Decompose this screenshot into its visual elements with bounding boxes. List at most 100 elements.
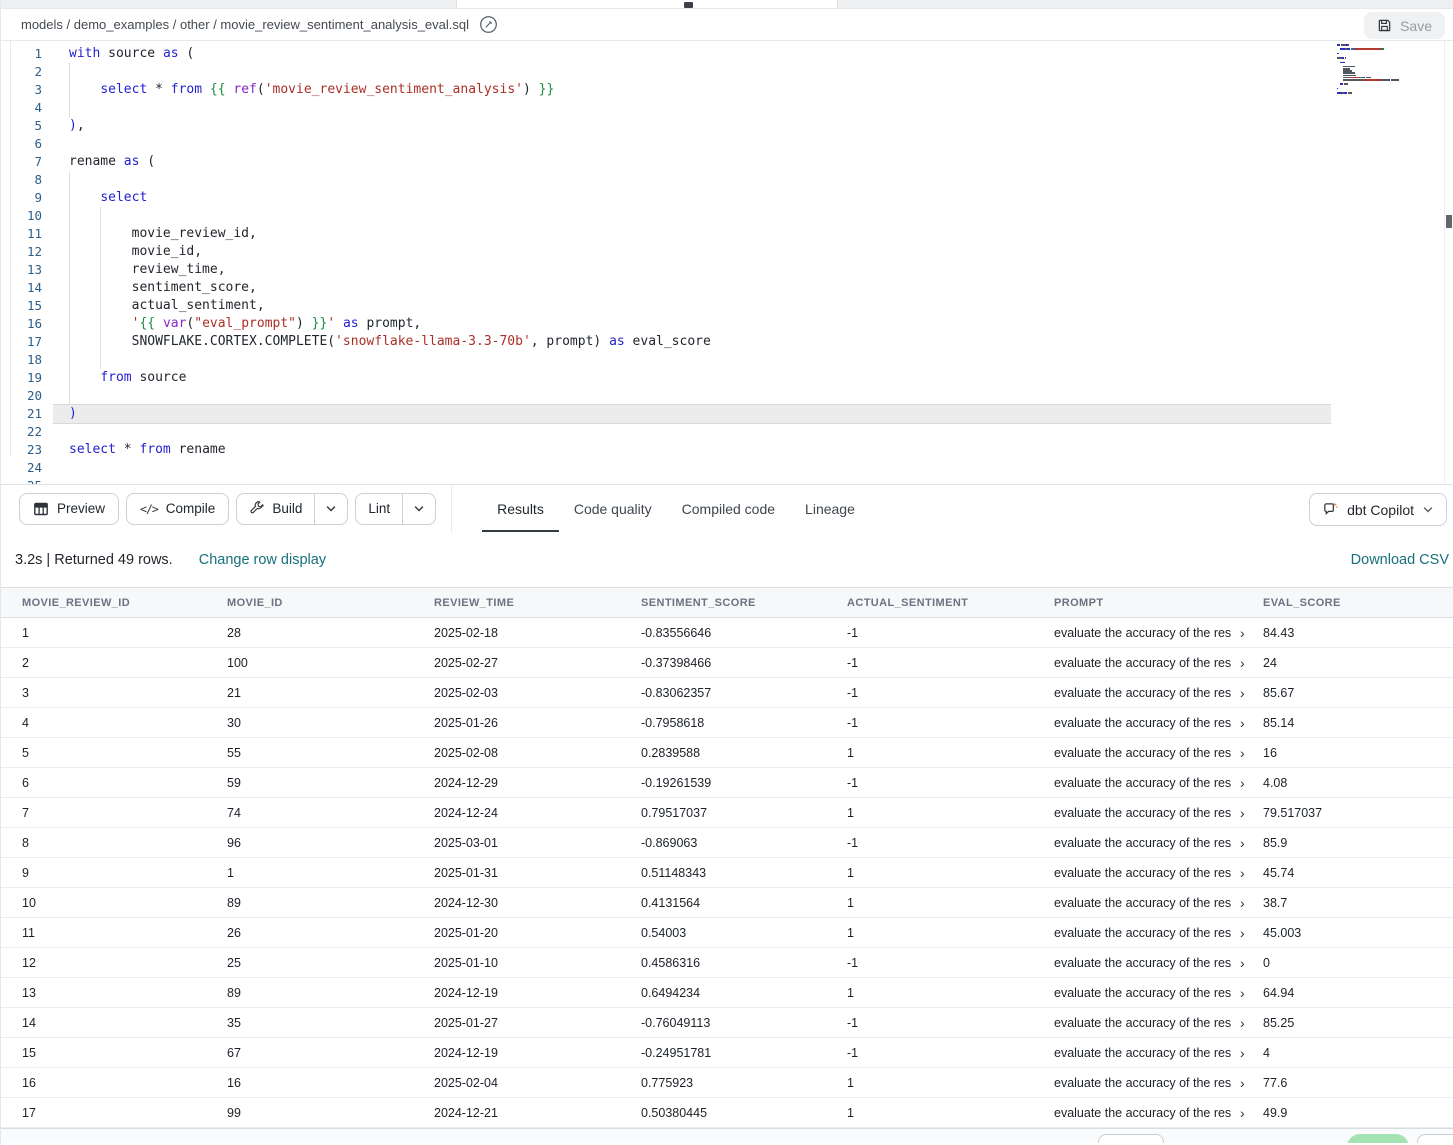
code-line[interactable]: sentiment_score,	[53, 279, 1331, 297]
cell-prompt[interactable]: evaluate the accuracy of the res…›	[1054, 1016, 1263, 1030]
code-token: ref	[233, 82, 256, 97]
tab-compiled-code[interactable]: Compiled code	[667, 485, 790, 533]
code-line[interactable]: movie_id,	[53, 243, 1331, 261]
code-line[interactable]: '{{ var("eval_prompt") }}' as prompt,	[53, 315, 1331, 333]
cell-sentiment-score: -0.37398466	[641, 656, 847, 670]
cell-prompt[interactable]: evaluate the accuracy of the res…›	[1054, 746, 1263, 760]
chevron-right-icon[interactable]: ›	[1240, 896, 1245, 910]
code-line[interactable]	[53, 387, 1331, 405]
code-line[interactable]: )	[53, 405, 1331, 423]
cell-review-time: 2025-01-10	[434, 956, 641, 970]
code-line[interactable]	[53, 63, 1331, 81]
editor-scrollbar[interactable]	[1444, 41, 1453, 484]
tab-results[interactable]: Results	[482, 485, 559, 533]
line-number: 21	[11, 405, 42, 423]
chevron-right-icon[interactable]: ›	[1240, 1076, 1245, 1090]
cell-eval-score: 45.74	[1263, 866, 1453, 880]
code-line[interactable]: movie_review_id,	[53, 225, 1331, 243]
dbt-copilot-button[interactable]: dbt Copilot	[1309, 493, 1447, 526]
code-line[interactable]: select	[53, 189, 1331, 207]
save-button[interactable]: Save	[1364, 12, 1445, 39]
code-line[interactable]: from source	[53, 369, 1331, 387]
cell-prompt[interactable]: evaluate the accuracy of the res…›	[1054, 1046, 1263, 1060]
line-number: 9	[11, 189, 42, 207]
code-line[interactable]: ),	[53, 117, 1331, 135]
code-area[interactable]: with source as ( select * from {{ ref('m…	[53, 41, 1331, 484]
active-file-tab[interactable]	[456, 0, 838, 8]
chevron-right-icon[interactable]: ›	[1240, 926, 1245, 940]
cell-prompt[interactable]: evaluate the accuracy of the res…›	[1054, 716, 1263, 730]
scrollbar-thumb[interactable]	[1446, 215, 1452, 228]
chevron-right-icon[interactable]: ›	[1240, 866, 1245, 880]
compile-button[interactable]: </> Compile	[126, 493, 229, 525]
cell-prompt[interactable]: evaluate the accuracy of the res…›	[1054, 986, 1263, 1000]
editor-tab-strip	[1, 0, 1453, 9]
cell-prompt[interactable]: evaluate the accuracy of the res…›	[1054, 1106, 1263, 1120]
copy-link-icon[interactable]	[479, 15, 498, 34]
code-line[interactable]	[53, 477, 1331, 484]
cell-prompt[interactable]: evaluate the accuracy of the res…›	[1054, 956, 1263, 970]
lint-dropdown[interactable]	[402, 494, 435, 524]
chevron-right-icon[interactable]: ›	[1240, 1016, 1245, 1030]
chevron-right-icon[interactable]: ›	[1240, 746, 1245, 760]
code-line[interactable]	[53, 99, 1331, 117]
table-row: 11262025-01-200.540031evaluate the accur…	[1, 918, 1453, 948]
indent-guide	[69, 171, 70, 405]
chevron-right-icon[interactable]: ›	[1240, 806, 1245, 820]
chevron-right-icon[interactable]: ›	[1240, 776, 1245, 790]
lint-button[interactable]: Lint	[356, 494, 402, 524]
download-csv-link[interactable]: Download CSV	[1351, 552, 1449, 568]
code-line[interactable]	[53, 351, 1331, 369]
cell-sentiment-score: 0.54003	[641, 926, 847, 940]
cell-prompt[interactable]: evaluate the accuracy of the res…›	[1054, 656, 1263, 670]
cell-prompt[interactable]: evaluate the accuracy of the res…›	[1054, 626, 1263, 640]
code-token: 'movie_review_sentiment_analysis'	[265, 82, 523, 97]
partial-button[interactable]	[1098, 1134, 1164, 1143]
code-token	[69, 190, 100, 205]
cell-movie-review-id: 2	[22, 656, 227, 670]
cell-sentiment-score: 0.4131564	[641, 896, 847, 910]
cell-prompt[interactable]: evaluate the accuracy of the res…›	[1054, 866, 1263, 880]
chevron-right-icon[interactable]: ›	[1240, 686, 1245, 700]
chevron-right-icon[interactable]: ›	[1240, 956, 1245, 970]
chevron-right-icon[interactable]: ›	[1240, 656, 1245, 670]
cell-prompt[interactable]: evaluate the accuracy of the res…›	[1054, 926, 1263, 940]
cell-prompt[interactable]: evaluate the accuracy of the res…›	[1054, 806, 1263, 820]
cell-prompt[interactable]: evaluate the accuracy of the res…›	[1054, 1076, 1263, 1090]
code-line[interactable]: with source as (	[53, 45, 1331, 63]
code-line[interactable]: select * from rename	[53, 441, 1331, 459]
sql-code-editor[interactable]: 1234567891011121314151617181920212223242…	[1, 41, 1453, 484]
chevron-right-icon[interactable]: ›	[1240, 1106, 1245, 1120]
code-line[interactable]: actual_sentiment,	[53, 297, 1331, 315]
code-token: ,	[77, 118, 85, 133]
partial-success-pill[interactable]	[1347, 1134, 1409, 1143]
cell-prompt[interactable]: evaluate the accuracy of the res…›	[1054, 776, 1263, 790]
partial-button[interactable]	[1417, 1134, 1453, 1143]
code-line[interactable]	[53, 135, 1331, 153]
cell-prompt[interactable]: evaluate the accuracy of the res…›	[1054, 686, 1263, 700]
tab-code-quality[interactable]: Code quality	[559, 485, 667, 533]
chevron-right-icon[interactable]: ›	[1240, 626, 1245, 640]
code-line[interactable]: rename as (	[53, 153, 1331, 171]
chevron-right-icon[interactable]: ›	[1240, 986, 1245, 1000]
code-line[interactable]: select * from {{ ref('movie_review_senti…	[53, 81, 1331, 99]
code-line[interactable]: review_time,	[53, 261, 1331, 279]
chevron-right-icon[interactable]: ›	[1240, 1046, 1245, 1060]
chevron-right-icon[interactable]: ›	[1240, 716, 1245, 730]
code-line[interactable]	[53, 459, 1331, 477]
build-button[interactable]: Build	[237, 494, 314, 524]
cell-eval-score: 16	[1263, 746, 1453, 760]
preview-button[interactable]: Preview	[19, 493, 119, 525]
tab-lineage[interactable]: Lineage	[790, 485, 870, 533]
code-line[interactable]: SNOWFLAKE.CORTEX.COMPLETE('snowflake-lla…	[53, 333, 1331, 351]
cell-prompt[interactable]: evaluate the accuracy of the res…›	[1054, 896, 1263, 910]
chevron-right-icon[interactable]: ›	[1240, 836, 1245, 850]
change-row-display-link[interactable]: Change row display	[199, 552, 326, 568]
code-token: from	[100, 370, 131, 385]
cell-prompt[interactable]: evaluate the accuracy of the res…›	[1054, 836, 1263, 850]
build-dropdown[interactable]	[314, 494, 347, 524]
code-minimap[interactable]	[1337, 44, 1443, 99]
code-line[interactable]	[53, 423, 1331, 441]
code-line[interactable]	[53, 171, 1331, 189]
code-line[interactable]	[53, 207, 1331, 225]
